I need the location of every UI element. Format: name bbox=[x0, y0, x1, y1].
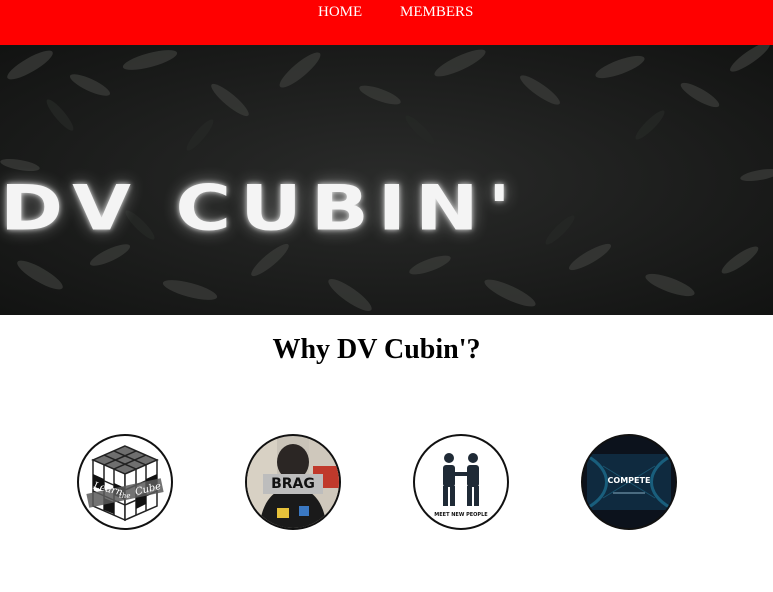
meet-label: MEET NEW PEOPLE bbox=[434, 512, 488, 518]
top-nav: HOME MEMBERS bbox=[0, 0, 773, 45]
compete-icon: COMPETE bbox=[581, 434, 677, 530]
nav-members-link[interactable]: MEMBERS bbox=[400, 4, 473, 21]
hero-banner: DV CUBIN' bbox=[0, 45, 773, 315]
brag-label: BRAG bbox=[263, 474, 323, 494]
meet-people-icon: MEET NEW PEOPLE bbox=[413, 434, 509, 530]
compete-label: COMPETE bbox=[607, 476, 651, 485]
feature-learn[interactable]: Learn the Cube bbox=[77, 434, 173, 530]
feature-brag[interactable]: BRAG bbox=[245, 434, 341, 530]
learn-cube-icon: Learn the Cube bbox=[77, 434, 173, 530]
learn-mid-label: the bbox=[119, 492, 131, 500]
nav-home-link[interactable]: HOME bbox=[318, 4, 362, 21]
feature-compete[interactable]: COMPETE bbox=[581, 434, 677, 530]
hero-title: DV CUBIN' bbox=[0, 171, 520, 245]
feature-meet[interactable]: MEET NEW PEOPLE bbox=[413, 434, 509, 530]
section-heading: Why DV Cubin'? bbox=[272, 334, 481, 365]
brag-icon: BRAG bbox=[245, 434, 341, 530]
